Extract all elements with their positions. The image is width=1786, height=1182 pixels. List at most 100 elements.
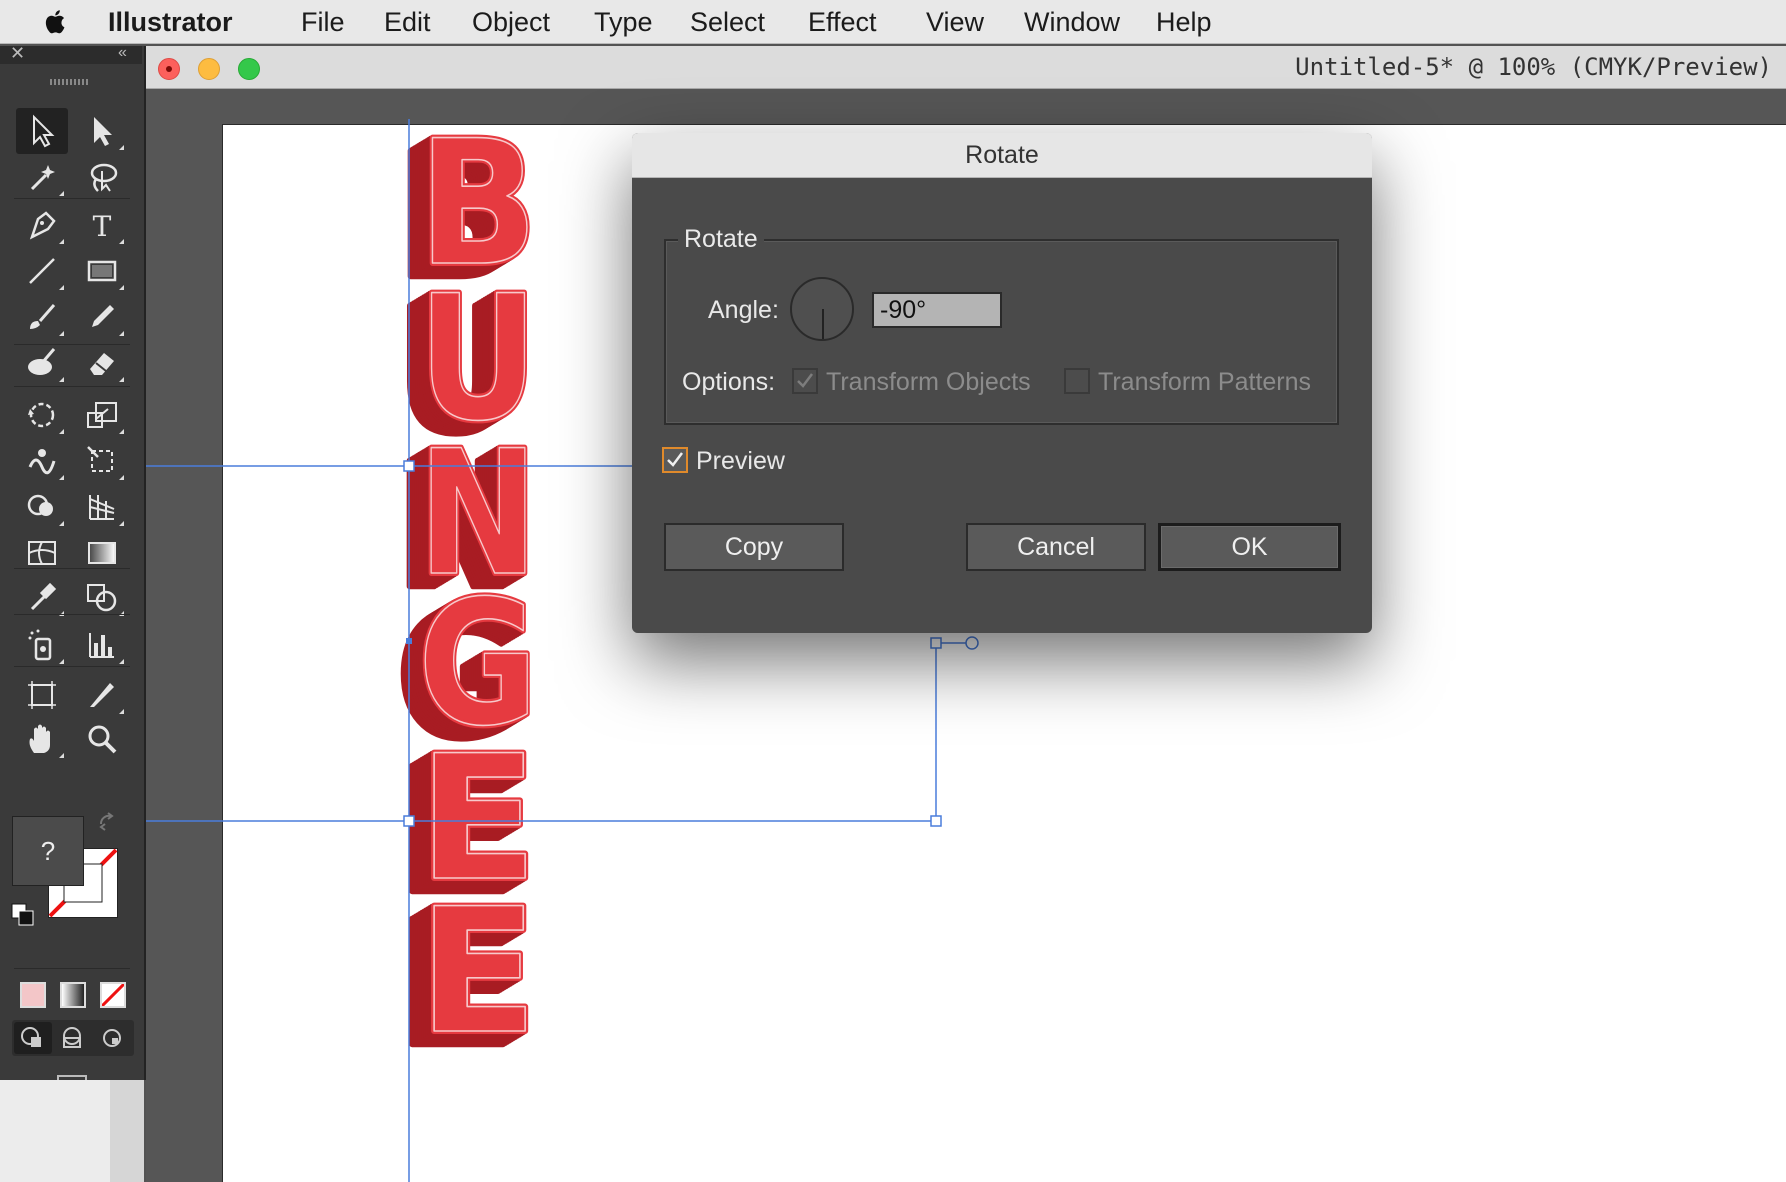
menu-view[interactable]: View — [926, 6, 984, 38]
blob-brush-tool[interactable] — [16, 340, 68, 386]
copy-button[interactable]: Copy — [664, 523, 844, 571]
divider — [14, 614, 130, 615]
lasso-icon — [90, 163, 118, 192]
menu-app-illustrator[interactable]: Illustrator — [108, 6, 233, 38]
document-titlebar: Untitled-5* @ 100% (CMYK/Preview) — [146, 46, 1786, 89]
lasso-tool[interactable] — [76, 154, 128, 200]
selection-handle — [930, 637, 942, 649]
collapse-panel-icon[interactable]: « — [118, 44, 127, 62]
menu-window[interactable]: Window — [1024, 6, 1120, 38]
document-title: Untitled-5* @ 100% (CMYK/Preview) — [1295, 53, 1772, 81]
menu-edit[interactable]: Edit — [384, 6, 431, 38]
draw-behind-icon[interactable] — [54, 1022, 92, 1054]
checkmark-icon — [797, 373, 813, 388]
menu-bar: Illustrator File Edit Object Type Select… — [0, 0, 1786, 44]
rotate-handle — [965, 636, 979, 650]
angle-dial[interactable] — [790, 277, 854, 341]
swap-fill-stroke-icon[interactable] — [96, 810, 120, 834]
divider — [14, 344, 130, 345]
line-tool[interactable] — [16, 248, 68, 294]
svg-text:T: T — [93, 210, 112, 243]
artboard-tool[interactable] — [16, 672, 68, 718]
gradient-button[interactable] — [60, 982, 86, 1008]
zoom-window-button[interactable] — [238, 58, 260, 80]
menu-effect[interactable]: Effect — [808, 6, 877, 38]
divider — [14, 968, 130, 969]
letter-e[interactable]: EEEEEEEEEEEEE — [393, 868, 541, 1088]
menu-object[interactable]: Object — [472, 6, 550, 38]
mesh-icon — [28, 541, 56, 565]
draw-inside-icon[interactable] — [94, 1022, 132, 1054]
hand-tool[interactable] — [16, 716, 68, 762]
tools-panel: ✕ « T ? — [0, 43, 146, 1105]
divider — [14, 386, 130, 387]
panel-grip-icon[interactable] — [50, 79, 90, 85]
paintbrush-tool[interactable] — [16, 294, 68, 340]
menu-file[interactable]: File — [301, 6, 345, 38]
tools-panel-header: ✕ « — [0, 43, 142, 64]
transform-objects-checkbox[interactable] — [792, 368, 818, 394]
svg-text:E: E — [418, 871, 538, 1072]
menu-type[interactable]: Type — [594, 6, 653, 38]
zoom-icon — [88, 725, 117, 754]
shape-builder-icon — [27, 494, 53, 516]
color-button[interactable] — [20, 982, 46, 1008]
slice-tool[interactable] — [76, 672, 128, 718]
gradient-icon — [88, 542, 116, 564]
cancel-button[interactable]: Cancel — [966, 523, 1146, 571]
pen-icon — [29, 211, 56, 240]
angle-input[interactable] — [872, 292, 1002, 328]
magic-wand-icon — [30, 165, 55, 191]
zoom-tool[interactable] — [76, 716, 128, 762]
scale-tool[interactable] — [76, 392, 128, 438]
selection-icon — [33, 114, 55, 148]
type-tool[interactable]: T — [76, 202, 128, 248]
transform-patterns-checkbox[interactable] — [1064, 368, 1090, 394]
direct-selection-tool[interactable] — [76, 108, 128, 154]
fill-swatch[interactable]: ? — [12, 816, 84, 886]
selection-handle — [403, 815, 415, 827]
draw-normal-icon — [21, 1027, 41, 1047]
artboard-icon — [28, 681, 56, 709]
pencil-tool[interactable] — [76, 294, 128, 340]
minimize-window-button[interactable] — [198, 58, 220, 80]
rotate-tool[interactable] — [16, 392, 68, 438]
eraser-tool[interactable] — [76, 340, 128, 386]
preview-label: Preview — [696, 447, 785, 475]
menu-help[interactable]: Help — [1156, 6, 1212, 38]
preview-checkbox[interactable] — [662, 447, 688, 473]
none-button[interactable] — [100, 982, 126, 1008]
menu-select[interactable]: Select — [690, 6, 765, 38]
mesh-tool[interactable] — [16, 530, 68, 576]
symbol-sprayer-icon — [28, 629, 52, 661]
perspective-grid-icon — [89, 495, 115, 520]
gradient-tool[interactable] — [76, 530, 128, 576]
free-transform-tool[interactable] — [76, 438, 128, 484]
fill-unknown-label: ? — [40, 835, 56, 866]
transform-patterns-label: Transform Patterns — [1098, 368, 1312, 396]
pen-tool[interactable] — [16, 202, 68, 248]
warp-tool[interactable] — [16, 438, 68, 484]
column-graph-icon — [89, 633, 114, 658]
close-window-button[interactable] — [158, 58, 180, 80]
rectangle-icon — [87, 260, 117, 282]
symbol-sprayer-tool[interactable] — [16, 622, 68, 668]
rectangle-tool[interactable] — [76, 248, 128, 294]
selection-tool[interactable] — [16, 108, 68, 154]
draw-normal-button[interactable] — [14, 1022, 52, 1054]
paintbrush-icon — [30, 304, 56, 329]
apple-logo-icon[interactable] — [42, 8, 70, 36]
line-icon — [29, 258, 55, 284]
options-label: Options: — [682, 368, 776, 396]
shape-builder-tool[interactable] — [16, 484, 68, 530]
rotate-icon — [28, 402, 55, 428]
desktop-background — [0, 1080, 144, 1182]
transform-objects-label: Transform Objects — [826, 368, 1031, 396]
close-panel-icon[interactable]: ✕ — [10, 43, 25, 64]
default-fill-stroke-icon[interactable] — [10, 902, 36, 928]
perspective-grid-tool[interactable] — [76, 484, 128, 530]
magic-wand-tool[interactable] — [16, 154, 68, 200]
column-graph-tool[interactable] — [76, 622, 128, 668]
slice-icon — [90, 683, 114, 707]
ok-button[interactable]: OK — [1158, 523, 1341, 571]
